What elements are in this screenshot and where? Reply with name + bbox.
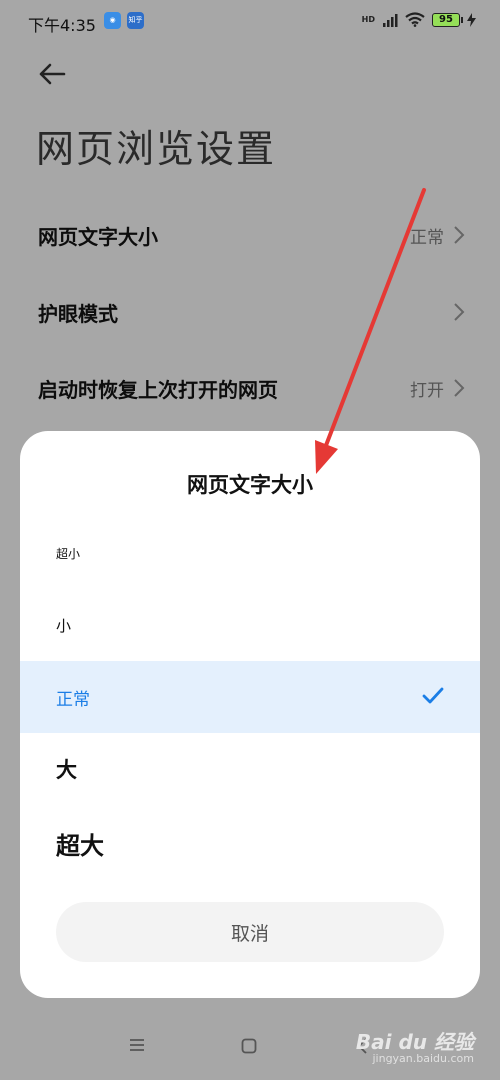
baidu-watermark: Bai du 经验 <box>355 1030 474 1054</box>
page-title: 网页浏览设置 <box>36 127 277 171</box>
home-icon[interactable] <box>241 1038 257 1054</box>
status-right: HD 95 <box>362 12 476 27</box>
font-size-dialog: 网页文字大小 超小 小 正常 大 超大 取消 <box>20 431 480 998</box>
status-bar: 下午4:35 ◉ 知乎 HD 95 <box>0 0 500 44</box>
back-arrow-icon[interactable] <box>36 58 68 90</box>
chevron-right-icon <box>454 226 465 244</box>
setting-row-restore-pages[interactable]: 启动时恢复上次打开的网页 打开 <box>38 368 466 408</box>
cancel-button[interactable]: 取消 <box>56 902 444 962</box>
menu-icon[interactable] <box>129 1038 145 1052</box>
chevron-right-icon <box>454 379 465 397</box>
setting-label: 网页文字大小 <box>38 224 158 249</box>
signal-icon <box>383 13 398 27</box>
option-small[interactable]: 小 <box>20 589 480 661</box>
status-time: 下午4:35 <box>28 16 96 35</box>
zhihu-app-icon: 知乎 <box>127 12 144 29</box>
setting-row-font-size[interactable]: 网页文字大小 正常 <box>38 215 466 255</box>
option-label: 超小 <box>56 546 81 561</box>
setting-label: 护眼模式 <box>38 301 118 326</box>
option-large[interactable]: 大 <box>20 733 480 805</box>
option-label: 正常 <box>56 689 90 710</box>
check-icon <box>422 687 444 704</box>
battery-level: 95 <box>439 14 453 25</box>
option-normal[interactable]: 正常 <box>20 661 480 733</box>
dialog-title: 网页文字大小 <box>187 473 313 497</box>
setting-label: 启动时恢复上次打开的网页 <box>38 377 278 402</box>
message-app-icon: ◉ <box>104 12 121 29</box>
option-label: 超大 <box>56 831 104 860</box>
setting-value: 打开 <box>410 380 444 401</box>
option-extra-small[interactable]: 超小 <box>20 517 480 589</box>
option-label: 小 <box>56 616 72 635</box>
network-type: HD <box>361 15 375 24</box>
option-extra-large[interactable]: 超大 <box>20 807 480 879</box>
wifi-icon <box>405 12 425 27</box>
chevron-right-icon <box>454 303 465 321</box>
option-label: 大 <box>56 758 77 782</box>
charging-icon <box>467 12 476 27</box>
battery-indicator: 95 <box>432 12 463 27</box>
setting-value: 正常 <box>410 227 444 248</box>
setting-row-eye-protection[interactable]: 护眼模式 <box>38 292 466 332</box>
watermark-url: jingyan.baidu.com <box>372 1052 474 1065</box>
